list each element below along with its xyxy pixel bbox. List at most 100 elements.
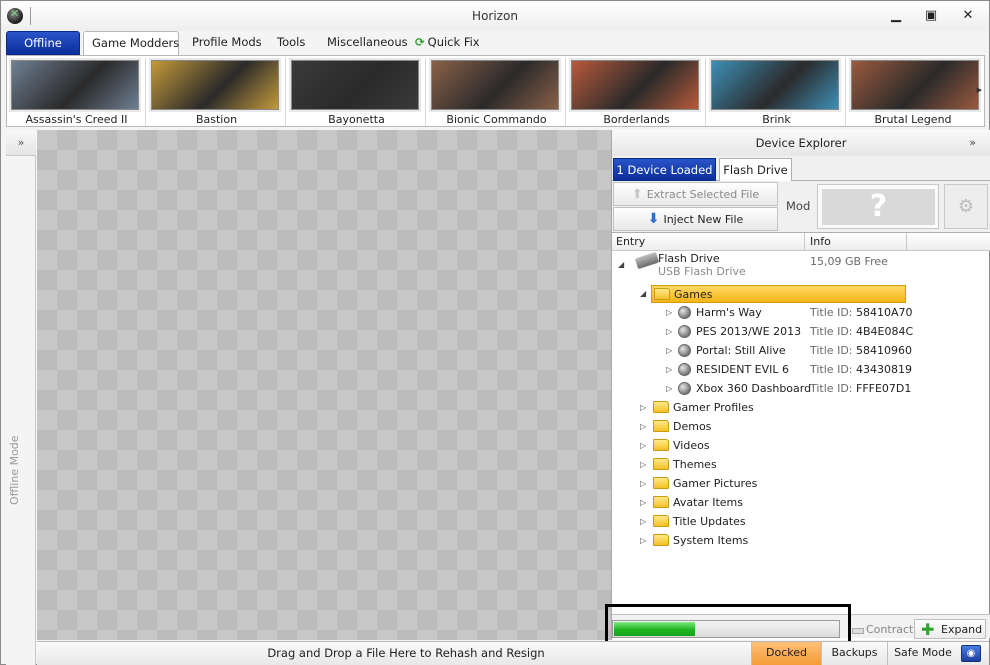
game-tile[interactable]: Assassin's Creed II <box>7 58 146 126</box>
disc-icon <box>678 344 691 357</box>
game-tile[interactable]: Borderlands <box>567 58 706 126</box>
folder-icon <box>653 401 669 413</box>
tree-title-row[interactable]: ▷ RESIDENT EVIL 6 Title ID: 43430819 <box>666 361 986 379</box>
tree-title-row[interactable]: ▷ PES 2013/WE 2013 Title ID: 4B4E084C <box>666 323 986 341</box>
expand-icon[interactable]: ▷ <box>666 380 672 398</box>
device-free-space: 15,09 GB Free <box>810 255 888 268</box>
expand-icon[interactable]: ▷ <box>640 418 646 436</box>
explorer-title: Device Explorer <box>755 136 847 150</box>
game-tile[interactable]: Brutal Legend <box>847 58 979 126</box>
collapse-explorer-icon[interactable]: » <box>969 130 976 156</box>
explorer-toolbar: ⬆ Extract Selected File ⬇ Inject New File … <box>612 181 990 233</box>
expand-icon[interactable]: ▷ <box>640 494 646 512</box>
folder-label: System Items <box>673 534 749 547</box>
tab-devices-loaded[interactable]: 1 Device Loaded <box>613 158 716 181</box>
tab-profile-mods[interactable]: Profile Mods <box>184 31 270 55</box>
collapse-icon[interactable]: ◢ <box>618 256 624 274</box>
tree-folder-row[interactable]: ▷ Gamer Pictures <box>640 475 940 493</box>
device-tree: ◢ Flash Drive USB Flash Drive 15,09 GB F… <box>612 251 990 602</box>
tree-device-row[interactable]: ◢ Flash Drive USB Flash Drive 15,09 GB F… <box>618 251 978 286</box>
expand-icon[interactable]: ▷ <box>640 513 646 531</box>
folder-label: Videos <box>673 439 710 452</box>
expand-icon[interactable]: ▷ <box>640 456 646 474</box>
arrow-up-icon: ⬆ <box>631 187 643 202</box>
game-tile[interactable]: Bayonetta <box>287 58 426 126</box>
tab-flash-drive[interactable]: Flash Drive <box>719 158 792 182</box>
tree-folder-row[interactable]: ▷ Avatar Items <box>640 494 940 512</box>
docked-button[interactable]: Docked <box>751 642 821 665</box>
game-name: Brutal Legend <box>874 113 952 126</box>
collapse-icon[interactable]: ◢ <box>640 285 646 303</box>
scroll-right-icon[interactable]: ▶ <box>977 86 982 94</box>
tree-folder-row[interactable]: ▷ Videos <box>640 437 940 455</box>
expand-icon[interactable]: ▷ <box>640 437 646 455</box>
tab-game-modders[interactable]: Game Modders <box>83 31 179 57</box>
close-icon[interactable]: ✕ <box>959 7 977 25</box>
tree-folder-row[interactable]: ▷ System Items <box>640 532 940 550</box>
expand-icon[interactable]: ▷ <box>640 399 646 417</box>
folder-label: Games <box>674 288 713 301</box>
folder-label: Avatar Items <box>673 496 743 509</box>
folder-label: Gamer Pictures <box>673 477 758 490</box>
game-tile[interactable]: Bionic Commando <box>427 58 566 126</box>
minimize-icon[interactable]: ▁ <box>887 7 905 25</box>
refresh-icon: ⟳ <box>415 35 425 49</box>
selection-highlight: Games <box>651 285 906 303</box>
column-info[interactable]: Info <box>806 233 907 251</box>
extract-file-label: Extract Selected File <box>646 188 760 201</box>
column-entry[interactable]: Entry <box>612 233 805 251</box>
inject-file-button[interactable]: ⬇ Inject New File <box>613 207 778 231</box>
tree-folder-row[interactable]: ▷ Themes <box>640 456 940 474</box>
game-name: Borderlands <box>603 113 670 126</box>
disc-icon <box>678 363 691 376</box>
expand-icon[interactable]: ▷ <box>666 342 672 360</box>
folder-label: Title Updates <box>673 515 746 528</box>
plus-icon: ✚ <box>921 620 935 639</box>
expand-icon[interactable]: ▷ <box>666 361 672 379</box>
folder-icon <box>654 288 670 300</box>
folder-label: Themes <box>673 458 717 471</box>
tab-offline[interactable]: Offline <box>6 31 80 55</box>
horizon-orb-icon[interactable]: ◉ <box>961 645 981 662</box>
expand-label: Expand <box>941 623 983 636</box>
tab-tools[interactable]: Tools <box>269 31 313 55</box>
tree-folder-row[interactable]: ▷ Demos <box>640 418 940 436</box>
disc-icon <box>678 306 691 319</box>
tab-miscellaneous[interactable]: Miscellaneous <box>319 31 416 55</box>
game-name: Brink <box>762 113 791 126</box>
tree-folder-games[interactable]: ◢ Games <box>640 285 990 303</box>
expand-button[interactable]: ✚ Expand <box>914 619 986 639</box>
game-name: Bayonetta <box>328 113 385 126</box>
tree-folder-row[interactable]: ▷ Gamer Profiles <box>640 399 940 417</box>
offline-mode-label: Offline Mode <box>8 435 21 505</box>
maximize-icon[interactable]: ▣ <box>922 7 940 25</box>
expand-icon[interactable]: ▷ <box>640 475 646 493</box>
tree-folder-row[interactable]: ▷ Title Updates <box>640 513 940 531</box>
mod-preview[interactable]: ? <box>817 184 939 229</box>
device-name: Flash Drive <box>658 252 720 265</box>
tree-title-row[interactable]: ▷ Xbox 360 Dashboard Title ID: FFFE07D1 <box>666 380 986 398</box>
game-tile[interactable]: Bastion <box>147 58 286 126</box>
tab-quick-fix[interactable]: ⟳ Quick Fix <box>407 31 488 55</box>
extract-file-button[interactable]: ⬆ Extract Selected File <box>613 182 778 206</box>
title-name: Harm's Way <box>696 306 762 319</box>
expand-icon[interactable]: ▷ <box>666 304 672 322</box>
title-id-value: 58410A70 <box>856 306 913 319</box>
expand-panel-icon[interactable]: » <box>6 130 36 156</box>
expand-icon[interactable]: ▷ <box>666 323 672 341</box>
tree-title-row[interactable]: ▷ Portal: Still Alive Title ID: 58410960 <box>666 342 986 360</box>
gear-icon[interactable]: ⚙ <box>944 184 988 229</box>
horizon-window: Horizon ▁ ▣ ✕ Offline Game Modders Profi… <box>0 0 990 665</box>
contract-button[interactable]: Contract <box>850 621 913 639</box>
game-name: Bastion <box>195 113 238 126</box>
device-type: USB Flash Drive <box>658 265 746 278</box>
device-explorer: Device Explorer » 1 Device Loaded Flash … <box>611 130 990 640</box>
safe-mode-button[interactable]: Safe Mode <box>887 642 958 665</box>
tree-title-row[interactable]: ▷ Harm's Way Title ID: 58410A70 <box>666 304 986 322</box>
disc-icon <box>678 325 691 338</box>
usb-drive-icon <box>634 251 660 270</box>
game-tile[interactable]: Brink <box>707 58 846 126</box>
backups-button[interactable]: Backups <box>821 642 887 665</box>
expand-icon[interactable]: ▷ <box>640 532 646 550</box>
drop-area[interactable] <box>37 130 611 640</box>
